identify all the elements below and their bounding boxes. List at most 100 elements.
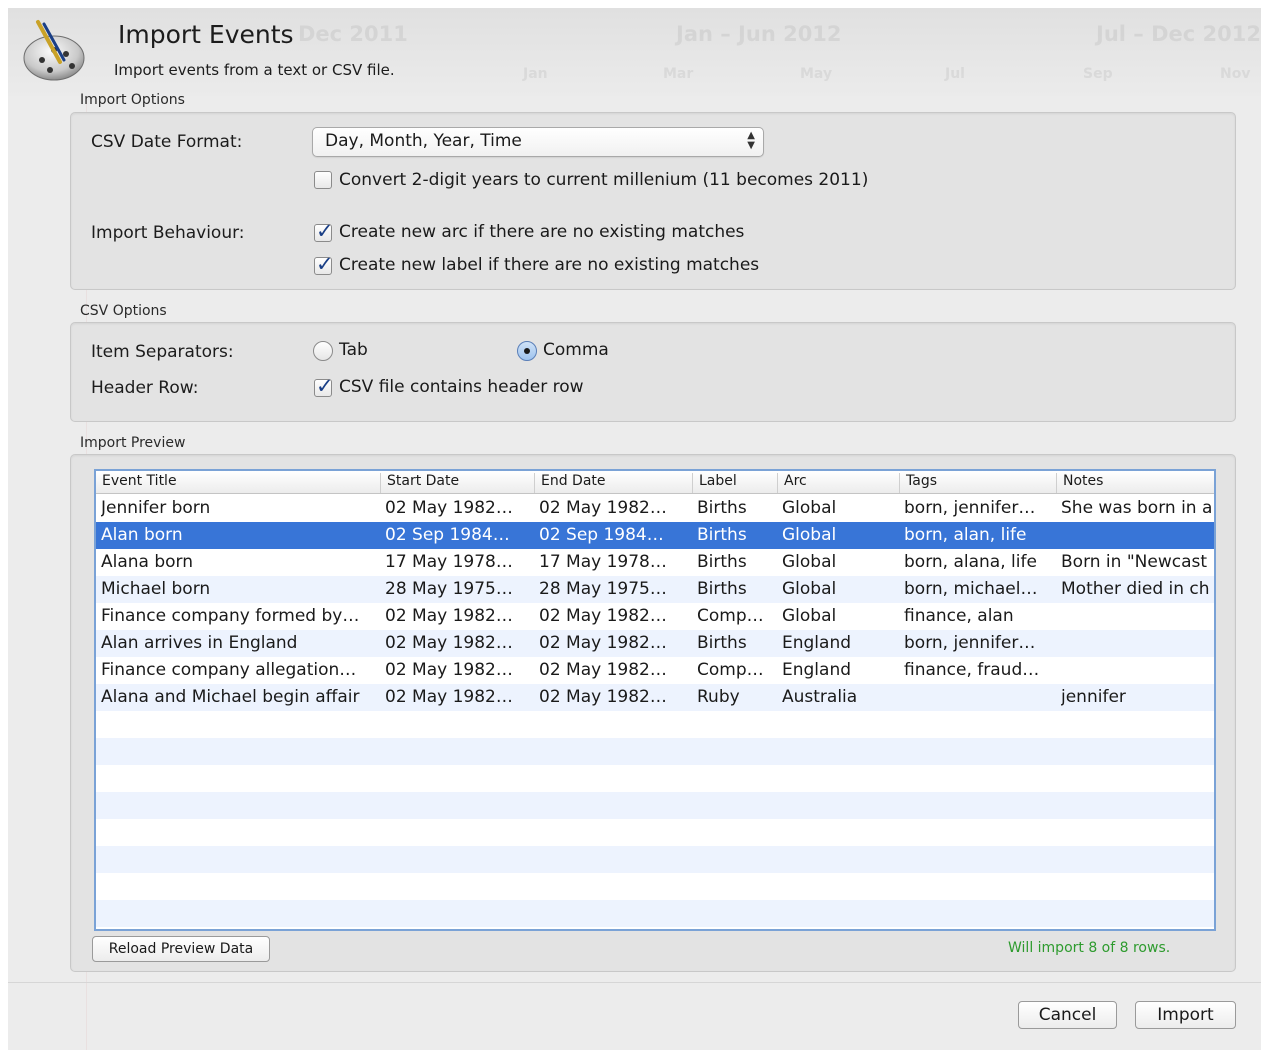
import-events-sheet: Dec 2011 Jan – Jun 2012 Jul – Dec 2012 J…: [8, 8, 1261, 1050]
table-cell: England: [782, 633, 852, 653]
table-cell: Finance company formed by…: [101, 606, 360, 626]
column-header-tags[interactable]: Tags: [899, 473, 1056, 493]
empty-table-row: [96, 792, 1214, 819]
table-cell: 02 May 1982…: [539, 498, 667, 518]
csv-options-label: CSV Options: [80, 303, 167, 319]
table-cell: 28 May 1975…: [539, 579, 667, 599]
table-cell: Births: [697, 579, 747, 599]
table-cell: She was born in a: [1061, 498, 1211, 518]
checkmark-icon: ✓: [316, 374, 334, 398]
table-cell: born, alana, life: [904, 552, 1037, 572]
table-cell: finance, alan: [904, 606, 1014, 626]
date-format-label: CSV Date Format:: [91, 132, 243, 152]
column-header-event-title[interactable]: Event Title: [96, 473, 380, 493]
table-row[interactable]: Alan born 02 Sep 1984… 02 Sep 1984… Births G…: [96, 522, 1214, 549]
table-row[interactable]: Alan arrives in England 02 May 1982… 02 Ma…: [96, 630, 1214, 657]
empty-table-row: [96, 846, 1214, 873]
table-cell: Global: [782, 498, 837, 518]
convert-years-checkbox[interactable]: [314, 171, 332, 189]
table-row[interactable]: Alana born 17 May 1978… 17 May 1978… Births…: [96, 549, 1214, 576]
csv-options-group: [70, 322, 1236, 422]
table-cell: Comp…: [697, 660, 764, 680]
header-row-label: Header Row:: [91, 378, 199, 398]
table-cell: 02 May 1982…: [385, 687, 513, 707]
table-cell: Births: [697, 552, 747, 572]
dialog-subtitle: Import events from a text or CSV file.: [114, 61, 395, 79]
table-cell: England: [782, 660, 852, 680]
empty-table-row: [96, 819, 1214, 846]
table-cell: Ruby: [697, 687, 740, 707]
table-cell: 02 May 1982…: [385, 498, 513, 518]
import-preview-label: Import Preview: [80, 435, 186, 451]
table-cell: Australia: [782, 687, 858, 707]
table-row[interactable]: Michael born 28 May 1975… 28 May 1975… Birt…: [96, 576, 1214, 603]
table-cell: Alan arrives in England: [101, 633, 298, 653]
table-cell: Finance company allegation…: [101, 660, 357, 680]
create-label-checkbox[interactable]: ✓: [314, 252, 334, 276]
table-cell: 02 May 1982…: [539, 660, 667, 680]
table-cell: Michael born: [101, 579, 211, 599]
date-format-value: Day, Month, Year, Time: [325, 131, 522, 151]
dialog-title: Import Events: [118, 20, 294, 49]
table-cell: Births: [697, 498, 747, 518]
import-behaviour-label: Import Behaviour:: [91, 223, 245, 243]
table-cell: Born in "Newcast: [1061, 552, 1208, 572]
column-header-notes[interactable]: Notes: [1056, 473, 1214, 493]
table-cell: Global: [782, 552, 837, 572]
table-cell: 17 May 1978…: [539, 552, 667, 572]
table-cell: 17 May 1978…: [385, 552, 513, 572]
table-cell: Births: [697, 633, 747, 653]
create-arc-checkbox[interactable]: ✓: [314, 219, 334, 243]
tab-radio[interactable]: [313, 341, 333, 361]
preview-table[interactable]: Event Title Start Date End Date Label Ar…: [94, 469, 1216, 931]
create-arc-label[interactable]: Create new arc if there are no existing …: [339, 222, 744, 242]
cancel-button[interactable]: Cancel: [1018, 1001, 1117, 1029]
table-cell: 02 Sep 1984…: [539, 525, 664, 545]
empty-table-row: [96, 900, 1214, 927]
column-header-end-date[interactable]: End Date: [534, 473, 692, 493]
footer-divider: [8, 982, 1261, 983]
table-cell: 02 May 1982…: [539, 687, 667, 707]
import-count-status: Will import 8 of 8 rows.: [1008, 940, 1171, 956]
table-cell: 28 May 1975…: [385, 579, 513, 599]
header-row-checkbox[interactable]: ✓: [314, 374, 334, 398]
convert-years-label[interactable]: Convert 2-digit years to current milleni…: [339, 170, 868, 190]
empty-table-row: [96, 738, 1214, 765]
table-cell: Mother died in ch: [1061, 579, 1210, 599]
table-cell: born, michael…: [904, 579, 1038, 599]
import-button[interactable]: Import: [1135, 1001, 1236, 1029]
empty-table-row: [96, 711, 1214, 738]
updown-arrows-icon: ▲ ▼: [747, 130, 755, 151]
table-cell: Global: [782, 579, 837, 599]
date-format-select[interactable]: Day, Month, Year, Time ▲ ▼: [312, 127, 764, 157]
table-row[interactable]: Alana and Michael begin affair 02 May 198…: [96, 684, 1214, 711]
table-cell: jennifer: [1061, 687, 1126, 707]
column-header-arc[interactable]: Arc: [777, 473, 900, 493]
tab-radio-label[interactable]: Tab: [339, 340, 368, 360]
table-cell: Jennifer born: [101, 498, 211, 518]
empty-table-row: [96, 765, 1214, 792]
comma-radio[interactable]: [517, 341, 537, 361]
reload-preview-button[interactable]: Reload Preview Data: [92, 936, 270, 962]
column-header-label[interactable]: Label: [692, 473, 777, 493]
column-header-start-date[interactable]: Start Date: [380, 473, 534, 493]
create-label-label[interactable]: Create new label if there are no existin…: [339, 255, 759, 275]
item-separators-label: Item Separators:: [91, 342, 234, 362]
import-options-label: Import Options: [80, 92, 185, 108]
table-header: Event Title Start Date End Date Label Ar…: [96, 471, 1214, 494]
table-cell: Comp…: [697, 606, 764, 626]
table-cell: 02 May 1982…: [539, 606, 667, 626]
comma-radio-label[interactable]: Comma: [543, 340, 609, 360]
table-cell: 02 Sep 1984…: [385, 525, 510, 545]
table-cell: Births: [697, 525, 747, 545]
table-row[interactable]: Finance company allegation… 02 May 1982… 0…: [96, 657, 1214, 684]
timeline-app-icon: [23, 20, 85, 81]
table-cell: Alan born: [101, 525, 183, 545]
table-row[interactable]: Finance company formed by… 02 May 1982… 02…: [96, 603, 1214, 630]
table-row[interactable]: Jennifer born 02 May 1982… 02 May 1982… Bir…: [96, 495, 1214, 522]
table-cell: finance, fraud…: [904, 660, 1040, 680]
table-cell: born, alan, life: [904, 525, 1027, 545]
header-row-option-label[interactable]: CSV file contains header row: [339, 377, 584, 397]
radio-dot-icon: [524, 348, 530, 354]
checkmark-icon: ✓: [316, 252, 334, 276]
